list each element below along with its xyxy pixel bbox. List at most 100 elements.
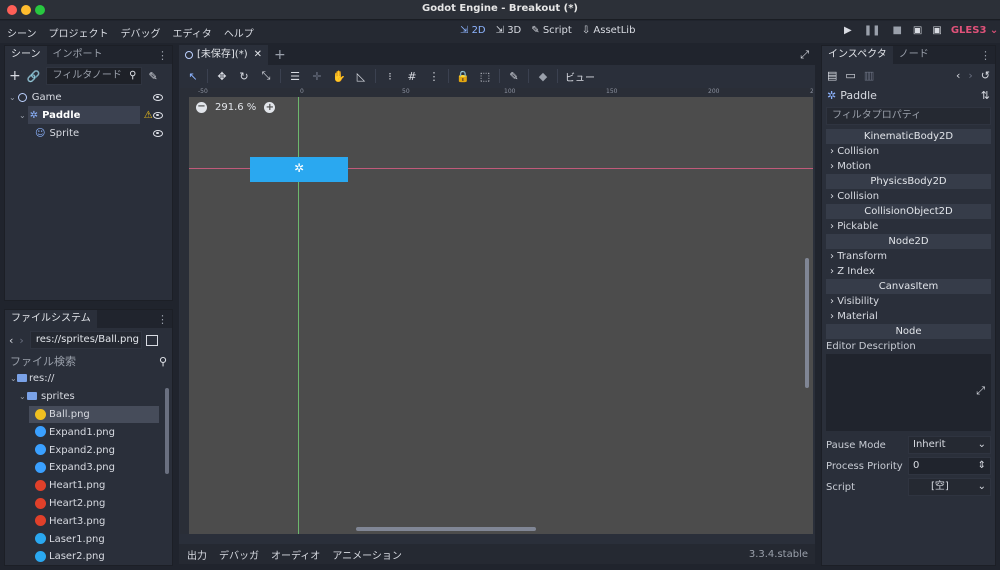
tab-node[interactable]: ノード xyxy=(893,46,935,64)
save-icon[interactable]: ▥ xyxy=(864,69,874,82)
folder-root[interactable]: ⌄ res:// xyxy=(5,370,172,388)
inspector-category[interactable]: › Material xyxy=(826,309,991,324)
back-icon[interactable]: ‹ xyxy=(9,334,13,347)
node-filter-input[interactable]: フィルタノード ⚲ xyxy=(46,67,143,85)
history-back-icon[interactable]: ‹ xyxy=(956,69,960,82)
chevron-down-icon[interactable]: ⌄ xyxy=(9,93,16,102)
pan-tool-icon[interactable]: ✋ xyxy=(332,70,346,83)
select-tool-icon[interactable]: ↖ xyxy=(186,70,200,83)
tab-filesystem[interactable]: ファイルシステム xyxy=(5,310,97,328)
inspector-category[interactable]: › Collision xyxy=(826,189,991,204)
editor-description-field[interactable]: ⤢ xyxy=(826,354,991,431)
scale-tool-icon[interactable]: ⤡ xyxy=(259,69,273,83)
file-item[interactable]: Heart2.png xyxy=(5,495,172,513)
updown-icon[interactable]: ⇕ xyxy=(978,458,986,474)
play-custom-scene-icon[interactable]: ▣ xyxy=(932,25,941,36)
process-priority-spinbox[interactable]: 0 ⇕ xyxy=(908,457,991,475)
workspace-3d-button[interactable]: ⇲ 3D xyxy=(496,25,522,36)
vertical-scrollbar[interactable] xyxy=(805,258,809,388)
snap-options-icon[interactable]: ⋮ xyxy=(427,70,441,83)
distraction-free-icon[interactable]: ⤢ xyxy=(800,48,809,62)
file-item[interactable]: Laser1.png xyxy=(5,530,172,548)
path-field[interactable]: res://sprites/Ball.png xyxy=(29,331,142,349)
link-icon[interactable]: 🔗 xyxy=(27,70,41,83)
play-scene-icon[interactable]: ▣ xyxy=(913,25,922,36)
tab-output[interactable]: 出力 xyxy=(187,547,207,562)
history-icon[interactable]: ↺ xyxy=(981,69,990,82)
inspector-category[interactable]: › Transform xyxy=(826,249,991,264)
pause-icon[interactable]: ❚❚ xyxy=(864,25,881,36)
add-scene-icon[interactable]: + xyxy=(274,47,286,63)
menu-dots-icon[interactable]: ⋮ xyxy=(980,49,991,62)
list-select-icon[interactable]: ☰ xyxy=(288,70,302,83)
renderer-select[interactable]: GLES3 ⌄ xyxy=(951,25,998,36)
menu-item[interactable]: プロジェクト xyxy=(49,25,109,40)
file-item[interactable]: Expand1.png xyxy=(5,423,172,441)
tab-scene[interactable]: シーン xyxy=(5,46,47,64)
inspector-category[interactable]: › Z Index xyxy=(826,264,991,279)
view-menu[interactable]: ビュー xyxy=(565,69,595,84)
grid-snap-icon[interactable]: # xyxy=(405,70,419,83)
workspace-script-button[interactable]: ✎ Script xyxy=(531,25,572,36)
pivot-tool-icon[interactable]: ✛ xyxy=(310,70,324,83)
forward-icon[interactable]: › xyxy=(19,334,23,347)
chevron-down-icon[interactable]: ⌄ xyxy=(19,111,26,120)
script-icon[interactable]: ✎ xyxy=(148,70,157,83)
menu-item[interactable]: ヘルプ xyxy=(224,25,254,40)
folder-sprites[interactable]: ⌄ sprites xyxy=(5,388,172,406)
open-folder-icon[interactable]: ▭ xyxy=(845,69,855,82)
add-node-icon[interactable]: + xyxy=(9,68,21,84)
tab-import[interactable]: インポート xyxy=(47,46,109,64)
move-tool-icon[interactable]: ✥ xyxy=(215,70,229,83)
canvas-viewport[interactable]: -50 0 50 100 150 200 250 ✲ − 291.6 % + xyxy=(180,88,813,534)
workspace-assetlib-button[interactable]: ⇩ AssetLib xyxy=(582,25,636,36)
inspector-category[interactable]: › Pickable xyxy=(826,219,991,234)
file-item[interactable]: Expand2.png xyxy=(5,441,172,459)
menu-dots-icon[interactable]: ⋮ xyxy=(157,49,168,62)
bone-icon[interactable]: ✎ xyxy=(507,70,521,83)
horizontal-scrollbar[interactable] xyxy=(356,527,536,531)
tab-inspector[interactable]: インスペクタ xyxy=(822,46,893,64)
property-filter-input[interactable]: フィルタプロパティ xyxy=(826,107,991,125)
file-item[interactable]: Expand3.png xyxy=(5,459,172,477)
inspected-node[interactable]: ✲ Paddle ⇅ xyxy=(822,86,995,104)
ruler-tool-icon[interactable]: ◺ xyxy=(354,70,368,83)
camera-override-icon[interactable]: ◆ xyxy=(536,70,550,83)
file-item[interactable]: Laser2.png xyxy=(5,548,172,565)
visibility-eye-icon[interactable] xyxy=(153,111,163,119)
rotate-tool-icon[interactable]: ↻ xyxy=(237,70,251,83)
split-mode-icon[interactable] xyxy=(145,334,158,346)
object-properties-icon[interactable]: ⇅ xyxy=(981,89,990,102)
inspector-category[interactable]: › Collision xyxy=(826,144,991,159)
inspector-category[interactable]: › Visibility xyxy=(826,294,991,309)
file-item[interactable]: Heart3.png xyxy=(5,512,172,530)
zoom-level[interactable]: 291.6 % xyxy=(215,102,256,113)
stop-icon[interactable]: ■ xyxy=(892,25,901,36)
inspector-category[interactable]: › Motion xyxy=(826,159,991,174)
tab-unsaved-scene[interactable]: [未保存](*) ✕ xyxy=(179,45,268,65)
menu-item[interactable]: エディタ xyxy=(173,25,212,40)
warning-icon[interactable]: ⚠ xyxy=(144,110,153,121)
file-item[interactable]: Heart1.png xyxy=(5,477,172,495)
zoom-out-button[interactable]: − xyxy=(196,102,207,113)
menu-dots-icon[interactable]: ⋮ xyxy=(157,313,168,326)
tree-item-sprite[interactable]: ☺ Sprite xyxy=(5,124,172,142)
visibility-eye-icon[interactable] xyxy=(153,129,163,137)
menu-item[interactable]: デバッグ xyxy=(121,25,161,40)
lock-icon[interactable]: 🔒 xyxy=(456,70,470,83)
tree-item-paddle[interactable]: ⌄ ✲ Paddle ⚠ xyxy=(5,106,172,124)
visibility-eye-icon[interactable] xyxy=(153,93,163,101)
filesystem-scrollbar[interactable] xyxy=(165,388,169,474)
file-search-input[interactable]: ファイル検索 ⚲ xyxy=(5,352,172,370)
chevron-down-icon[interactable]: ⌄ xyxy=(10,374,17,383)
menu-item[interactable]: シーン xyxy=(7,25,37,40)
tab-audio[interactable]: オーディオ xyxy=(271,547,320,562)
pause-mode-select[interactable]: Inherit ⌄ xyxy=(908,436,991,454)
tree-item-game[interactable]: ⌄ Game xyxy=(5,88,172,106)
zoom-in-button[interactable]: + xyxy=(264,102,276,113)
tab-debugger[interactable]: デバッガ xyxy=(219,547,259,562)
close-icon[interactable]: ✕ xyxy=(254,46,262,64)
expand-icon[interactable]: ⤢ xyxy=(976,384,985,398)
history-forward-icon[interactable]: › xyxy=(968,69,972,82)
workspace-2d-button[interactable]: ⇲ 2D xyxy=(460,25,486,36)
